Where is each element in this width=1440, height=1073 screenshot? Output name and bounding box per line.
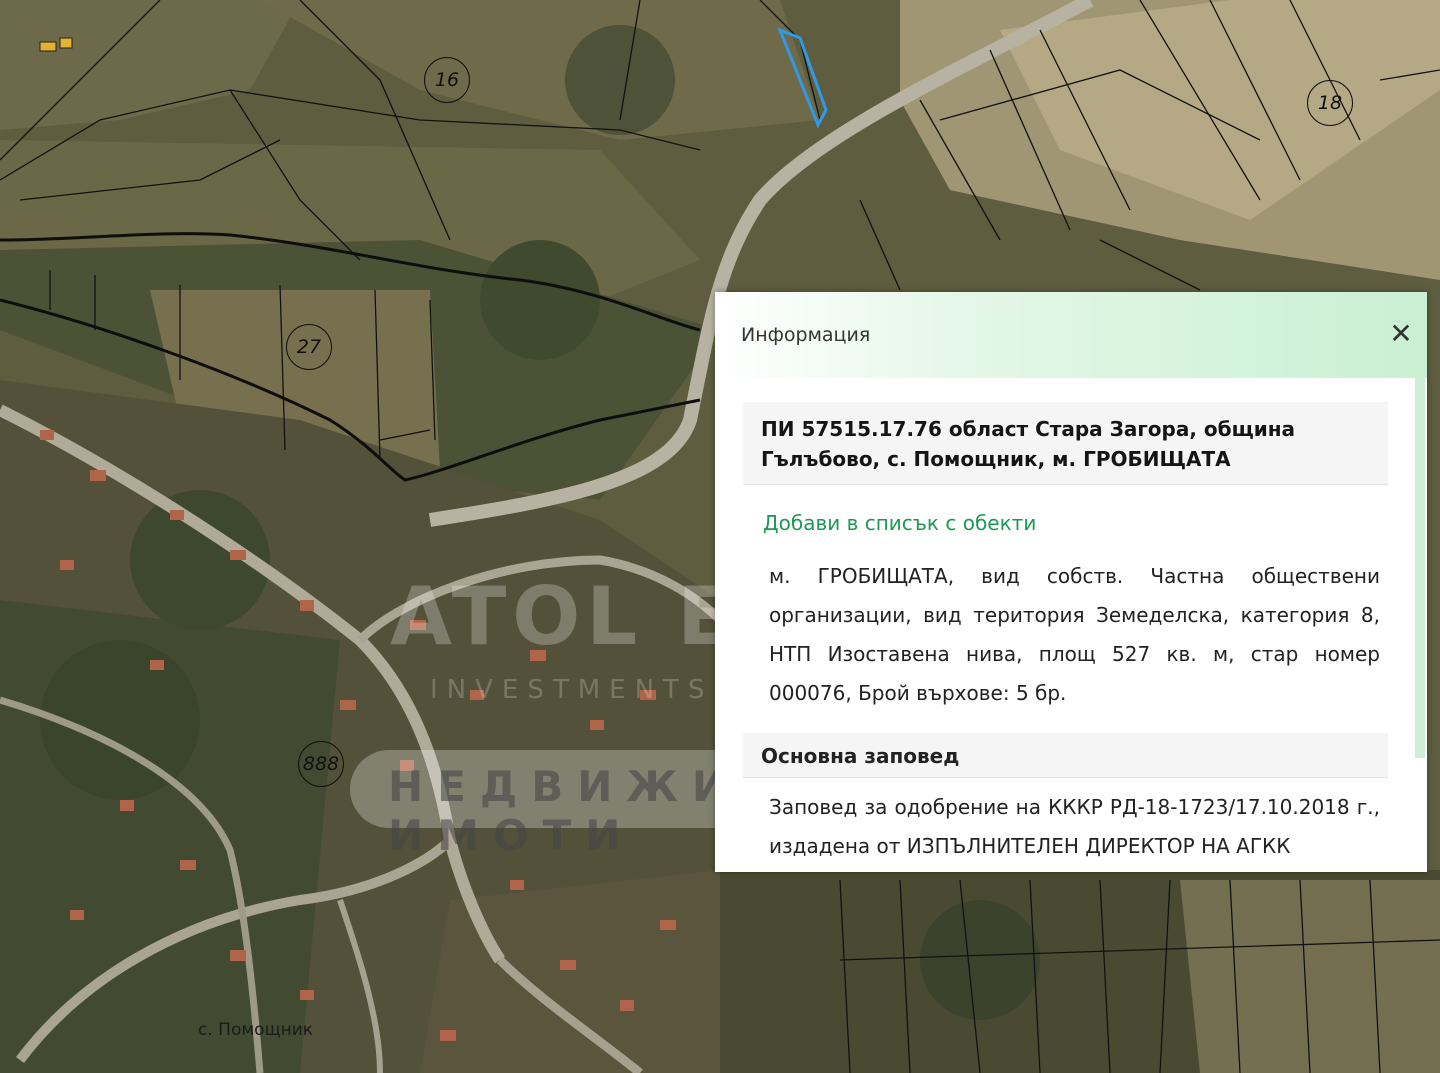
close-icon[interactable]: ✕ [1389,320,1413,348]
village-label: с. Помощник [198,1020,314,1040]
section-title: Основна заповед [761,744,960,768]
add-to-list-link[interactable]: Добави в списък с обекти [763,511,1388,535]
popup-title: Информация [741,324,871,346]
info-popup: Информация ✕ ПИ 57515.17.76 област Стара… [715,292,1427,872]
section-header: Основна заповед [743,733,1388,778]
parcel-number-label: 18 [1307,80,1353,126]
parcel-number-label: 16 [424,57,470,103]
parcel-number-label: 27 [286,324,332,370]
parcel-description: м. ГРОБИЩАТА, вид собств. Частна обществ… [769,564,1380,705]
popup-body: ПИ 57515.17.76 област Стара Загора, общи… [743,402,1388,866]
parcel-number-label: 888 [298,741,344,787]
parcel-heading: ПИ 57515.17.76 област Стара Загора, общи… [761,417,1296,471]
popup-header: Информация ✕ [715,292,1427,378]
order-text: Заповед за одобрение на КККР РД-18-1723/… [769,795,1380,858]
parcel-heading-box: ПИ 57515.17.76 област Стара Загора, общи… [743,402,1388,485]
popup-scrollbar[interactable] [1415,378,1425,758]
